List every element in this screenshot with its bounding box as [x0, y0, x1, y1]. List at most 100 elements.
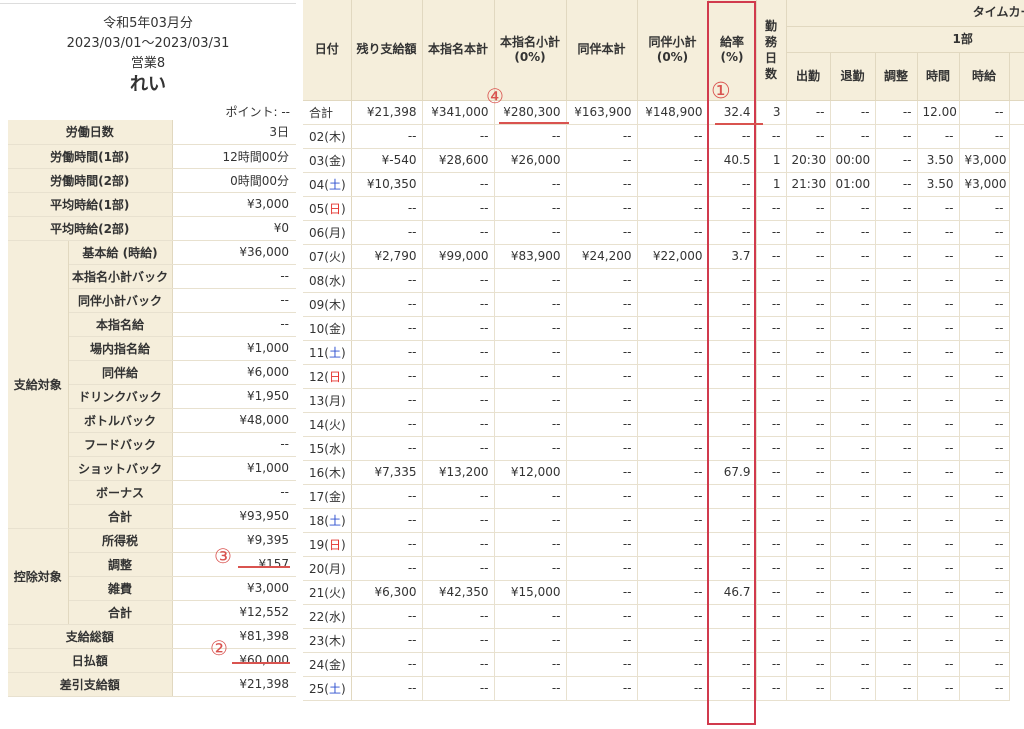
row-cell: -- — [786, 124, 831, 149]
table-row: 04(土) ¥10,350 -- -- -- -- -- 1 21:30 01:00 -- 3.50 ¥… — [303, 172, 1024, 197]
row-cell: -- — [959, 460, 1010, 485]
row-cell: -- — [917, 580, 960, 605]
table-row: 25(土) -- -- -- -- -- -- -- -- -- -- -- -- — [303, 676, 1024, 701]
row-cell: -- — [637, 292, 709, 317]
row-date: 17(金) — [303, 484, 352, 509]
row-cell: -- — [756, 460, 787, 485]
col-clock-in: 出勤 — [786, 52, 831, 101]
row-cell: -- — [637, 604, 709, 629]
row-cell: 1 — [756, 148, 787, 173]
summary-value: ¥21,398 — [172, 672, 297, 697]
row-date: 04(土) — [303, 172, 352, 197]
row-cell: ¥22,000 — [637, 244, 709, 269]
row-cell: -- — [494, 532, 567, 557]
daily-table: 日付 残り支給額 本指名本計 本指名小計 (0%) 同伴本計 同伴小計 (0%)… — [303, 0, 1024, 701]
row-date: 14(火) — [303, 412, 352, 437]
row-cell: ¥7,335 — [351, 460, 423, 485]
row-cell: -- — [756, 676, 787, 701]
row-date: 15(水) — [303, 436, 352, 461]
row-cell: -- — [494, 508, 567, 533]
row-cell: -- — [422, 484, 495, 509]
row-cell: -- — [708, 556, 757, 581]
row-cell: -- — [875, 340, 918, 365]
row-cell: -- — [830, 292, 876, 317]
daily-table-panel[interactable]: 日付 残り支給額 本指名本計 本指名小計 (0%) 同伴本計 同伴小計 (0%)… — [303, 0, 1024, 729]
row-cell: -- — [566, 340, 638, 365]
row-cell: -- — [959, 484, 1010, 509]
table-row: 12(日) -- -- -- -- -- -- -- -- -- -- -- -- — [303, 364, 1024, 389]
row-cell: -- — [756, 196, 787, 221]
row-cell: ¥24,200 — [566, 244, 638, 269]
row-cell: -- — [351, 412, 423, 437]
table-row: 17(金) -- -- -- -- -- -- -- -- -- -- -- -- — [303, 484, 1024, 509]
row-cell: -- — [786, 628, 831, 653]
row-cell: -- — [917, 388, 960, 413]
row-cell: -- — [351, 220, 423, 245]
summary-label: ショットバック — [68, 456, 173, 481]
col-workdays: 勤 務 日 数 — [756, 0, 787, 101]
row-cell: -- — [566, 460, 638, 485]
summary-row: 支給総額 ¥81,398 — [8, 624, 297, 649]
table-row: 24(金) -- -- -- -- -- -- -- -- -- -- -- -- — [303, 652, 1024, 677]
summary-label: ボトルバック — [68, 408, 173, 433]
row-cell: -- — [917, 436, 960, 461]
row-cell: -- — [422, 196, 495, 221]
row-cell: -- — [756, 508, 787, 533]
total-cell: ¥163,900 — [566, 100, 638, 125]
row-cell: -- — [875, 628, 918, 653]
summary-value: ¥81,398 — [172, 624, 297, 649]
row-cell: -- — [830, 676, 876, 701]
summary-value: ¥12,552 — [172, 600, 297, 625]
row-date: 18(土) — [303, 508, 352, 533]
row-cell: -- — [830, 364, 876, 389]
row-cell: -- — [422, 604, 495, 629]
row-cell: -- — [786, 364, 831, 389]
summary-row: 日払額 ¥60,000 — [8, 648, 297, 673]
row-cell: -- — [830, 244, 876, 269]
table-row: 09(木) -- -- -- -- -- -- -- -- -- -- -- -- — [303, 292, 1024, 317]
row-cell: 01:00 — [830, 172, 876, 197]
row-date: 07(火) — [303, 244, 352, 269]
row-cell: 40.5 — [708, 148, 757, 173]
row-cell: -- — [959, 676, 1010, 701]
row-cell: -- — [494, 652, 567, 677]
row-cell: -- — [422, 292, 495, 317]
summary-panel: 令和5年03月分 2023/03/01〜2023/03/31 営業8 れい ポイ… — [0, 0, 297, 729]
row-cell: 3.7 — [708, 244, 757, 269]
row-cell: -- — [875, 676, 918, 701]
row-cell: ¥26,000 — [494, 148, 567, 173]
row-cell: -- — [786, 244, 831, 269]
row-cell: -- — [637, 628, 709, 653]
row-cell: -- — [422, 388, 495, 413]
row-cell: -- — [756, 412, 787, 437]
summary-value: ¥48,000 — [172, 408, 297, 433]
row-cell: -- — [786, 460, 831, 485]
summary-value: ¥0 — [172, 216, 297, 241]
row-cell: -- — [494, 292, 567, 317]
row-cell: -- — [637, 484, 709, 509]
annotation-1-underline — [715, 123, 763, 125]
row-cell: -- — [917, 604, 960, 629]
row-cell: -- — [756, 388, 787, 413]
row-cell: -- — [351, 124, 423, 149]
col-douhan-total: 同伴本計 — [566, 0, 638, 101]
row-cell: -- — [494, 604, 567, 629]
row-cell: -- — [351, 268, 423, 293]
row-cell: -- — [875, 412, 918, 437]
summary-value: 0時間00分 — [172, 168, 297, 193]
summary-label: 場内指名給 — [68, 336, 173, 361]
row-cell: ¥42,350 — [422, 580, 495, 605]
row-cell: -- — [637, 148, 709, 173]
summary-value: -- — [172, 432, 297, 457]
row-cell: -- — [756, 436, 787, 461]
row-cell: -- — [959, 412, 1010, 437]
summary-value: ¥1,000 — [172, 336, 297, 361]
total-row: 合計 ¥21,398 ¥341,000 ¥280,300 ¥163,900 ¥148,90… — [303, 100, 1024, 125]
row-cell: -- — [494, 412, 567, 437]
row-cell: -- — [494, 220, 567, 245]
table-row: 08(水) -- -- -- -- -- -- -- -- -- -- -- -- — [303, 268, 1024, 293]
total-cell: 12.00 — [917, 100, 960, 125]
row-cell: -- — [875, 148, 918, 173]
table-row: 07(火) ¥2,790 ¥99,000 ¥83,900 ¥24,200 ¥22,000 3… — [303, 244, 1024, 269]
row-cell: -- — [566, 484, 638, 509]
